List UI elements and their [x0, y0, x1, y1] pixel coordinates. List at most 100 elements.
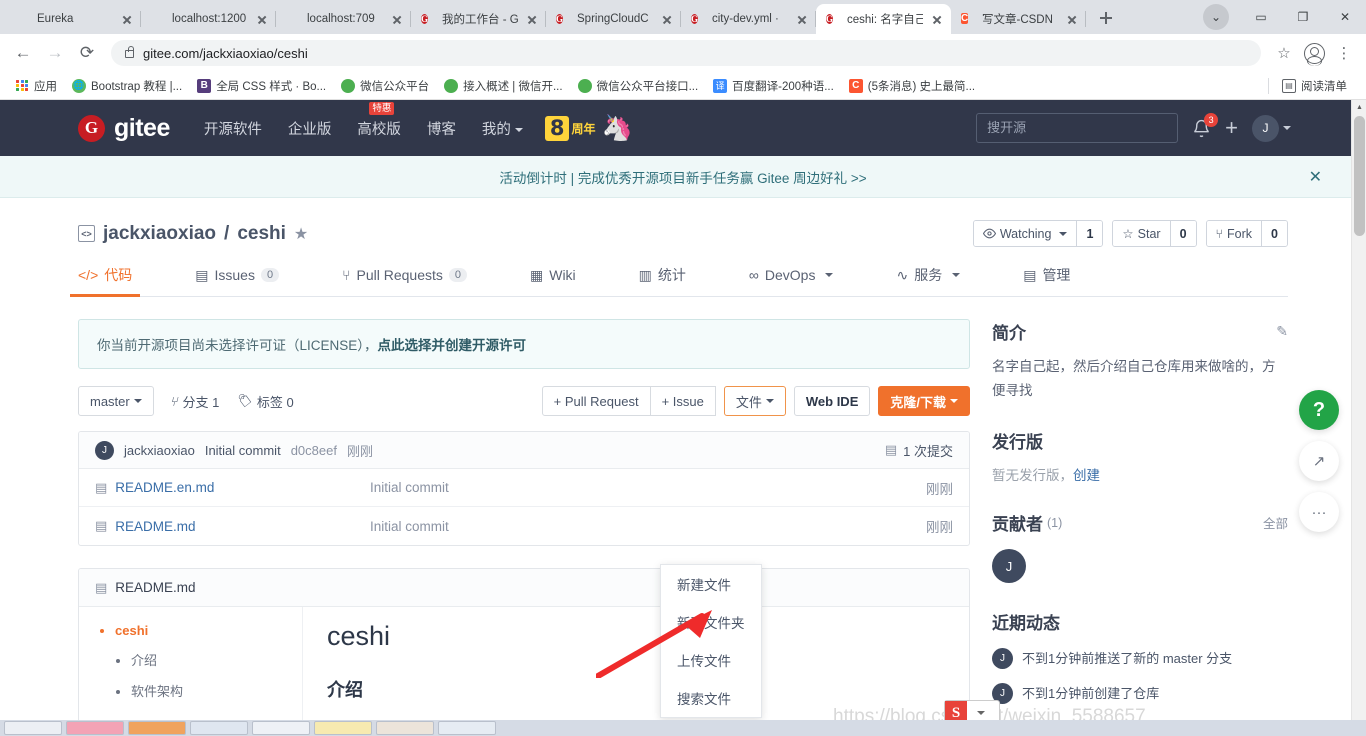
chevron-down-icon[interactable]: ⌄ — [1198, 0, 1240, 34]
taskbar-item[interactable] — [128, 721, 186, 735]
tab-pull-requests[interactable]: ⑂ Pull Requests 0 — [342, 267, 467, 294]
browser-tab[interactable]: localhost:1200 — [141, 4, 276, 34]
bookmark-item[interactable]: 接入概述 | 微信开... — [438, 75, 568, 97]
browser-tab[interactable]: G SpringCloudC — [546, 4, 681, 34]
bookmark-item[interactable]: C (5条消息) 史上最简... — [843, 75, 981, 97]
browser-tab[interactable]: G 我的工作台 - G — [411, 4, 546, 34]
tags-link[interactable]: 🏷 标签 0 — [235, 392, 293, 411]
menu-item-new-file[interactable]: 新建文件 — [661, 565, 761, 603]
profile-avatar-icon[interactable] — [1300, 39, 1328, 67]
browser-tab-active[interactable]: G ceshi: 名字自己 — [816, 4, 951, 34]
fork-button-group[interactable]: ⑂ Fork 0 — [1205, 220, 1288, 247]
nav-item-blog[interactable]: 博客 — [427, 118, 456, 139]
web-ide-button[interactable]: Web IDE — [793, 386, 871, 416]
branches-link[interactable]: ⑂ 分支 1 — [170, 392, 220, 411]
browser-tab[interactable]: localhost:709 — [276, 4, 411, 34]
address-bar[interactable]: gitee.com/jackxiaoxiao/ceshi — [111, 40, 1261, 66]
scrollbar-thumb[interactable] — [1354, 116, 1365, 236]
close-icon[interactable] — [1064, 11, 1080, 27]
repo-owner[interactable]: jackxiaoxiao — [103, 223, 216, 245]
commit-author[interactable]: jackxiaoxiao — [124, 443, 195, 458]
branch-selector[interactable]: master — [78, 386, 154, 416]
back-icon[interactable]: ← — [8, 38, 38, 68]
bookmark-item[interactable]: B 全局 CSS 样式 · Bo... — [191, 75, 332, 97]
browser-tab[interactable]: Eureka — [6, 4, 141, 34]
repo-name[interactable]: ceshi — [237, 223, 286, 245]
create-release-link[interactable]: 创建 — [1073, 468, 1100, 483]
bookmark-apps[interactable]: 应用 — [9, 75, 63, 97]
fork-button[interactable]: ⑂ Fork — [1206, 221, 1262, 246]
license-notice-link[interactable]: 点此选择并创建开源许可 — [378, 338, 527, 353]
scroll-up-arrow[interactable]: ▲ — [1352, 100, 1366, 115]
taskbar-item[interactable] — [4, 721, 62, 735]
taskbar-item[interactable] — [190, 721, 248, 735]
star-button-group[interactable]: ☆ Star 0 — [1112, 220, 1197, 247]
help-question-icon[interactable]: ? — [1299, 390, 1339, 430]
page-scrollbar[interactable]: ▲ ▼ — [1351, 100, 1366, 734]
taskbar-item[interactable] — [438, 721, 496, 735]
bookmark-item[interactable]: 微信公众平台接口... — [572, 75, 705, 97]
nav-item-opensource[interactable]: 开源软件 — [204, 118, 262, 139]
commit-sha[interactable]: d0c8eef — [291, 443, 337, 458]
tab-devops[interactable]: ∞ DevOps — [749, 267, 834, 294]
nav-item-enterprise[interactable]: 企业版 — [288, 118, 332, 139]
taskbar-item[interactable] — [314, 721, 372, 735]
create-new-plus-icon[interactable]: + — [1225, 117, 1238, 139]
browser-tab[interactable]: C 写文章-CSDN — [951, 4, 1086, 34]
gitee-logo[interactable]: G gitee — [78, 114, 170, 143]
commit-message[interactable]: Initial commit — [205, 443, 281, 458]
close-icon[interactable] — [119, 11, 135, 27]
tab-wiki[interactable]: ▦ Wiki — [530, 267, 576, 295]
maximize-icon[interactable]: ❐ — [1282, 0, 1324, 34]
contributors-all-link[interactable]: 全部 — [1263, 513, 1288, 532]
close-icon[interactable] — [659, 11, 675, 27]
close-icon[interactable]: ✕ — [1309, 167, 1322, 187]
forward-icon[interactable]: → — [40, 38, 70, 68]
bookmark-star-icon[interactable]: ☆ — [1270, 39, 1298, 67]
table-row[interactable]: ▤ README.en.md Initial commit 刚刚 — [79, 469, 969, 507]
anniversary-banner[interactable]: 8 周年 🦄 — [544, 114, 633, 143]
close-icon[interactable] — [929, 11, 945, 27]
browser-tab[interactable]: G city-dev.yml · — [681, 4, 816, 34]
watch-button-group[interactable]: Watching 1 — [972, 220, 1104, 247]
bookmark-item[interactable]: 🌐 Bootstrap 教程 |... — [66, 75, 188, 97]
feedback-chat-icon[interactable]: ··· — [1299, 492, 1339, 532]
search-input[interactable]: 搜开源 — [976, 113, 1179, 143]
avatar[interactable]: J — [992, 549, 1026, 584]
star-button[interactable]: ☆ Star — [1113, 221, 1170, 246]
reload-icon[interactable]: ⟳ — [72, 38, 102, 68]
new-issue-button[interactable]: + Issue — [650, 386, 716, 416]
files-dropdown-button[interactable]: 文件 — [723, 386, 786, 416]
edit-icon[interactable]: ✎ — [1276, 323, 1288, 340]
close-icon[interactable] — [794, 11, 810, 27]
taskbar-item[interactable] — [376, 721, 434, 735]
nav-item-university[interactable]: 特惠 高校版 — [357, 101, 401, 139]
bookmark-item[interactable]: 译 百度翻译-200种语... — [707, 75, 840, 97]
chrome-menu-icon[interactable]: ⋮ — [1330, 39, 1358, 67]
minimize-icon[interactable]: ▭ — [1240, 0, 1282, 34]
tab-issues[interactable]: ▤ Issues 0 — [195, 267, 280, 295]
commits-count-link[interactable]: ▤ 1 次提交 — [885, 441, 953, 460]
new-pull-request-button[interactable]: + Pull Request — [541, 386, 651, 416]
menu-item-upload-file[interactable]: 上传文件 — [661, 641, 761, 679]
nav-item-mine[interactable]: 我的 — [482, 118, 523, 139]
close-icon[interactable] — [524, 11, 540, 27]
close-icon[interactable] — [254, 11, 270, 27]
taskbar-item[interactable] — [66, 721, 124, 735]
close-window-icon[interactable]: ✕ — [1324, 0, 1366, 34]
menu-item-new-folder[interactable]: 新建文件夹 — [661, 603, 761, 641]
toc-item[interactable]: 软件架构 — [131, 681, 302, 700]
file-name-cell[interactable]: ▤ README.md — [95, 518, 370, 534]
announcement-text[interactable]: 活动倒计时 | 完成优秀开源项目新手任务赢 Gitee 周边好礼 >> — [499, 167, 866, 187]
user-menu[interactable]: J — [1252, 114, 1291, 142]
reading-list-button[interactable]: ▤ 阅读清单 — [1276, 75, 1353, 97]
toc-item[interactable]: ceshi — [115, 623, 302, 638]
new-tab-button[interactable] — [1092, 4, 1120, 32]
file-name-cell[interactable]: ▤ README.en.md — [95, 480, 370, 496]
menu-item-search-file[interactable]: 搜索文件 — [661, 679, 761, 717]
tab-statistics[interactable]: ▥ 统计 — [639, 265, 686, 296]
clone-download-button[interactable]: 克隆/下载 — [878, 386, 970, 416]
taskbar-item[interactable] — [252, 721, 310, 735]
toc-item[interactable]: 介绍 — [131, 650, 302, 669]
tab-manage[interactable]: ▤ 管理 — [1023, 265, 1070, 296]
